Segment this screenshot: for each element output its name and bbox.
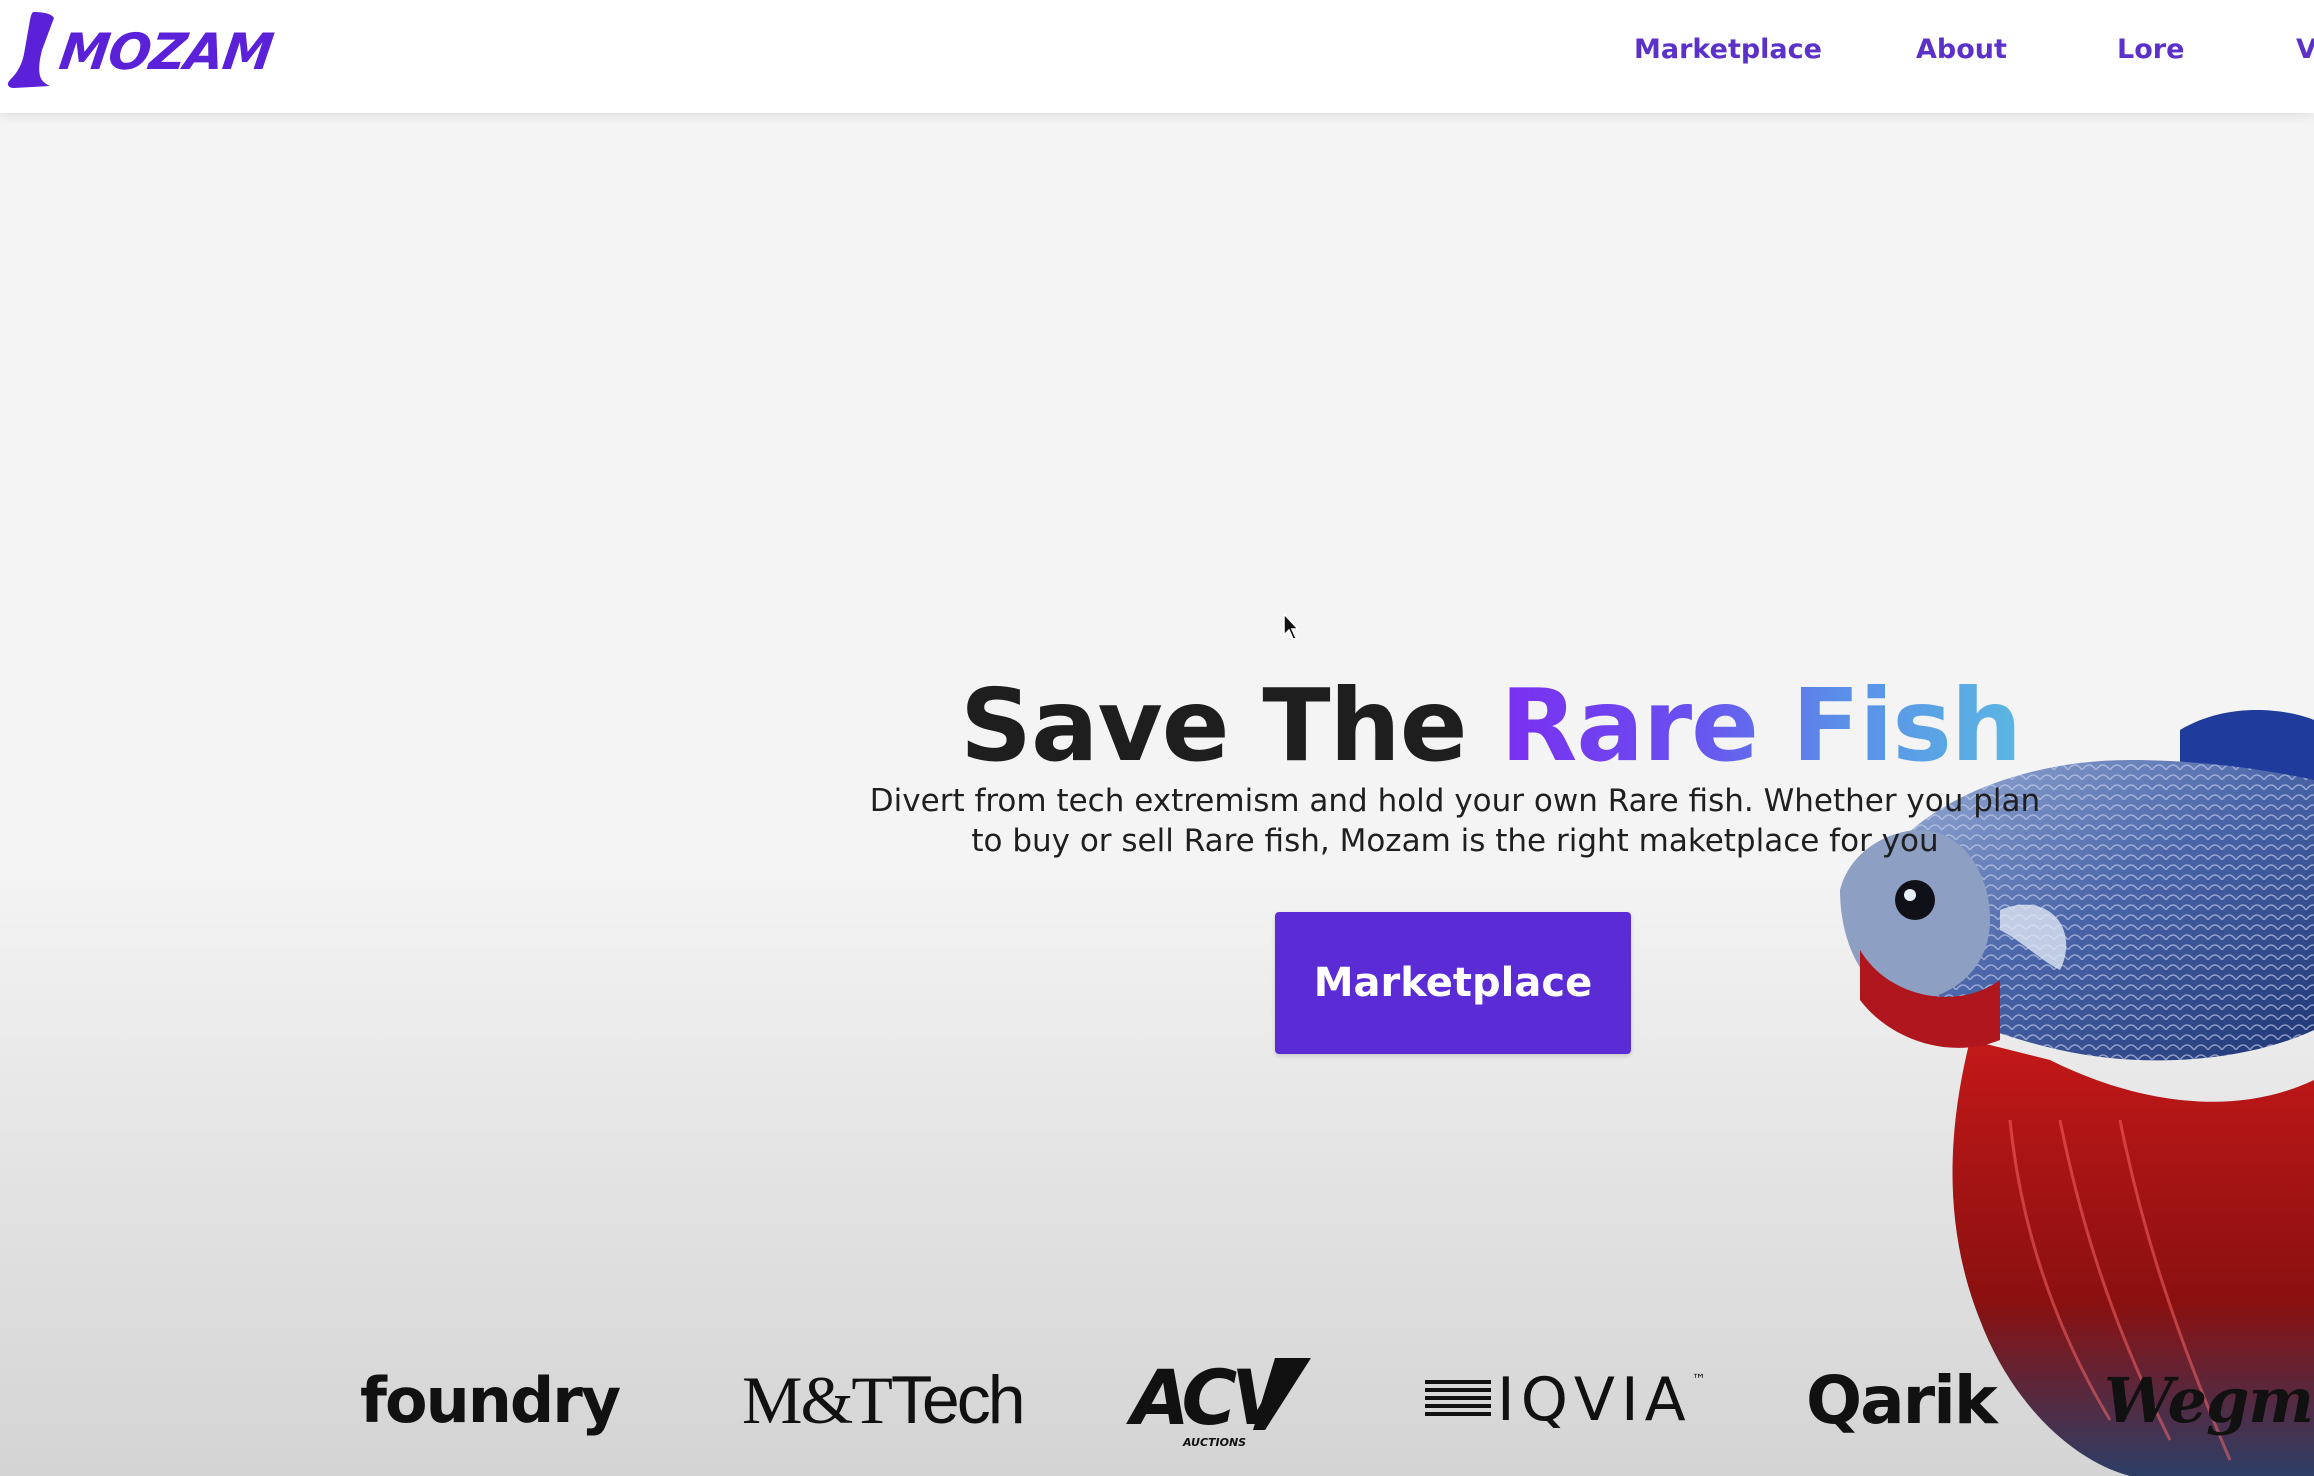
brand-logo-iqvia: IQVIA ™ [1425, 1350, 1706, 1450]
hero-title: Save The Rare Fish [0, 667, 2314, 784]
top-navbar: MOZAM Marketplace About Lore V [0, 0, 2314, 113]
brand-mt-prefix: M&T [742, 1361, 893, 1438]
brand-logo-mt-tech: M&T Tech [742, 1350, 1026, 1450]
nav-truncated-link[interactable]: V [2296, 34, 2314, 65]
main-nav: Marketplace About Lore V [0, 34, 2314, 74]
partner-logos: foundry M&T Tech ACV AUCTIONS IQVIA ™ Qar… [0, 1350, 2314, 1460]
brand-iqvia-text: IQVIA [1497, 1365, 1692, 1435]
hero-title-plain: Save The [960, 667, 1501, 784]
brand-logo-acv: ACV AUCTIONS [1125, 1350, 1315, 1450]
brand-iqvia-tm: ™ [1691, 1372, 1706, 1388]
mouse-pointer-icon [1283, 613, 1299, 640]
iqvia-lines-icon [1425, 1380, 1491, 1420]
brand-logo-qarik: Qarik [1806, 1361, 1998, 1439]
nav-about-link[interactable]: About [1916, 34, 2007, 65]
hero-title-accent: Rare Fish [1500, 667, 2022, 784]
brand-mt-suffix: Tech [890, 1362, 1026, 1438]
acv-subtext: AUCTIONS [1182, 1436, 1246, 1449]
brand-logo-foundry: foundry [360, 1363, 621, 1437]
hero-subtitle: Divert from tech extremism and hold your… [869, 783, 2041, 859]
nav-marketplace-link[interactable]: Marketplace [1634, 34, 1822, 65]
acv-logo-mark: ACV AUCTIONS [1126, 1353, 1311, 1449]
nav-lore-link[interactable]: Lore [2117, 34, 2184, 65]
brand-logo-wegmans: Wegmans [2104, 1363, 2314, 1437]
marketplace-cta-button[interactable]: Marketplace [1275, 912, 1631, 1054]
